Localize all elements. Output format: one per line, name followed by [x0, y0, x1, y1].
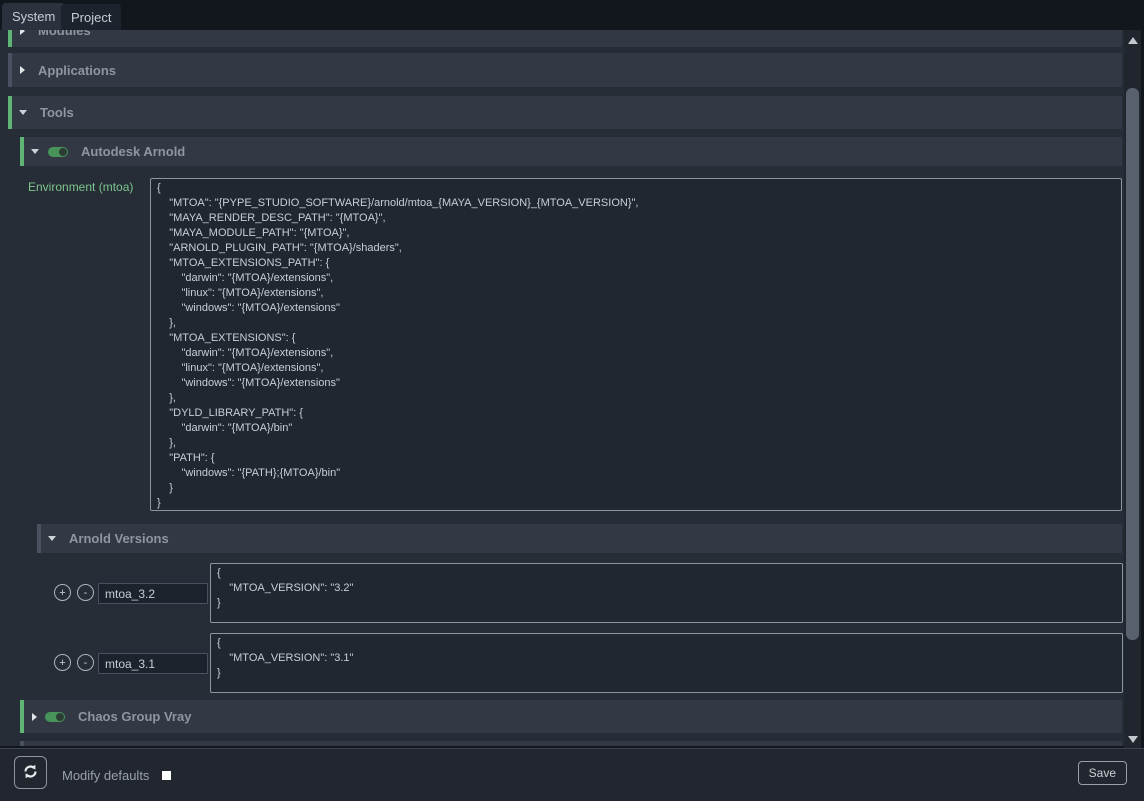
refresh-button[interactable]: [14, 756, 47, 789]
scrollbar-down-arrow-icon[interactable]: [1128, 736, 1138, 743]
environment-mtoa-label: Environment (mtoa): [28, 180, 133, 194]
expanded-arrow-icon: [31, 149, 39, 154]
toggle-knob: [56, 713, 64, 721]
section-title-autodesk-arnold: Autodesk Arnold: [81, 144, 185, 159]
collapsed-arrow-icon: [20, 30, 25, 35]
modify-defaults-group: Modify defaults: [62, 749, 171, 801]
modify-defaults-checkbox[interactable]: [162, 771, 171, 780]
section-title-modules: Modules: [38, 30, 91, 38]
add-version-button[interactable]: +: [54, 584, 71, 601]
tab-project[interactable]: Project: [61, 4, 121, 30]
settings-window: System Project Modules Applications Tool…: [0, 0, 1144, 801]
tab-system-label: System: [12, 9, 55, 24]
expanded-arrow-icon: [19, 110, 27, 115]
scrollbar-up-arrow-icon[interactable]: [1128, 37, 1138, 44]
tab-bar: System Project: [0, 0, 1144, 30]
toggle-knob: [59, 148, 67, 156]
version-name-input[interactable]: [98, 653, 208, 674]
modify-defaults-label: Modify defaults: [62, 768, 149, 783]
section-title-tools: Tools: [40, 105, 74, 120]
section-header-modules[interactable]: Modules: [8, 30, 1122, 47]
section-header-tools[interactable]: Tools: [8, 96, 1122, 129]
settings-scroll-area: Modules Applications Tools Autodesk Arno…: [0, 30, 1124, 746]
collapsed-arrow-icon: [32, 713, 37, 721]
section-header-applications[interactable]: Applications: [8, 53, 1122, 87]
section-header-autodesk-arnold[interactable]: Autodesk Arnold: [20, 137, 1122, 166]
section-title-chaos-group-vray: Chaos Group Vray: [78, 709, 191, 724]
section-header-arnold-versions[interactable]: Arnold Versions: [37, 524, 1122, 553]
arnold-version-row: + - { "MTOA_VERSION": "3.2" }: [0, 563, 1124, 623]
scrollbar-thumb[interactable]: [1126, 88, 1139, 640]
section-title-applications: Applications: [38, 63, 116, 78]
add-version-button[interactable]: +: [54, 654, 71, 671]
arnold-enabled-toggle[interactable]: [48, 147, 68, 157]
collapsed-arrow-icon: [20, 66, 25, 74]
version-name-input[interactable]: [98, 583, 208, 604]
expanded-arrow-icon: [48, 536, 56, 541]
section-header-partial[interactable]: [20, 741, 1122, 746]
version-json-editor[interactable]: { "MTOA_VERSION": "3.1" }: [210, 633, 1123, 693]
footer-bar: Modify defaults Save: [0, 748, 1144, 801]
vertical-scrollbar[interactable]: [1124, 30, 1141, 748]
tab-system[interactable]: System: [2, 3, 65, 30]
version-json-editor[interactable]: { "MTOA_VERSION": "3.2" }: [210, 563, 1123, 623]
vray-enabled-toggle[interactable]: [45, 712, 65, 722]
section-header-chaos-group-vray[interactable]: Chaos Group Vray: [20, 700, 1122, 733]
environment-mtoa-json-editor[interactable]: { "MTOA": "{PYPE_STUDIO_SOFTWARE}/arnold…: [150, 178, 1122, 511]
arnold-version-row: + - { "MTOA_VERSION": "3.1" }: [0, 633, 1124, 693]
refresh-icon: [22, 763, 39, 783]
remove-version-button[interactable]: -: [77, 654, 94, 671]
section-title-arnold-versions: Arnold Versions: [69, 531, 169, 546]
tab-project-label: Project: [71, 10, 111, 25]
remove-version-button[interactable]: -: [77, 584, 94, 601]
save-button[interactable]: Save: [1078, 761, 1127, 785]
